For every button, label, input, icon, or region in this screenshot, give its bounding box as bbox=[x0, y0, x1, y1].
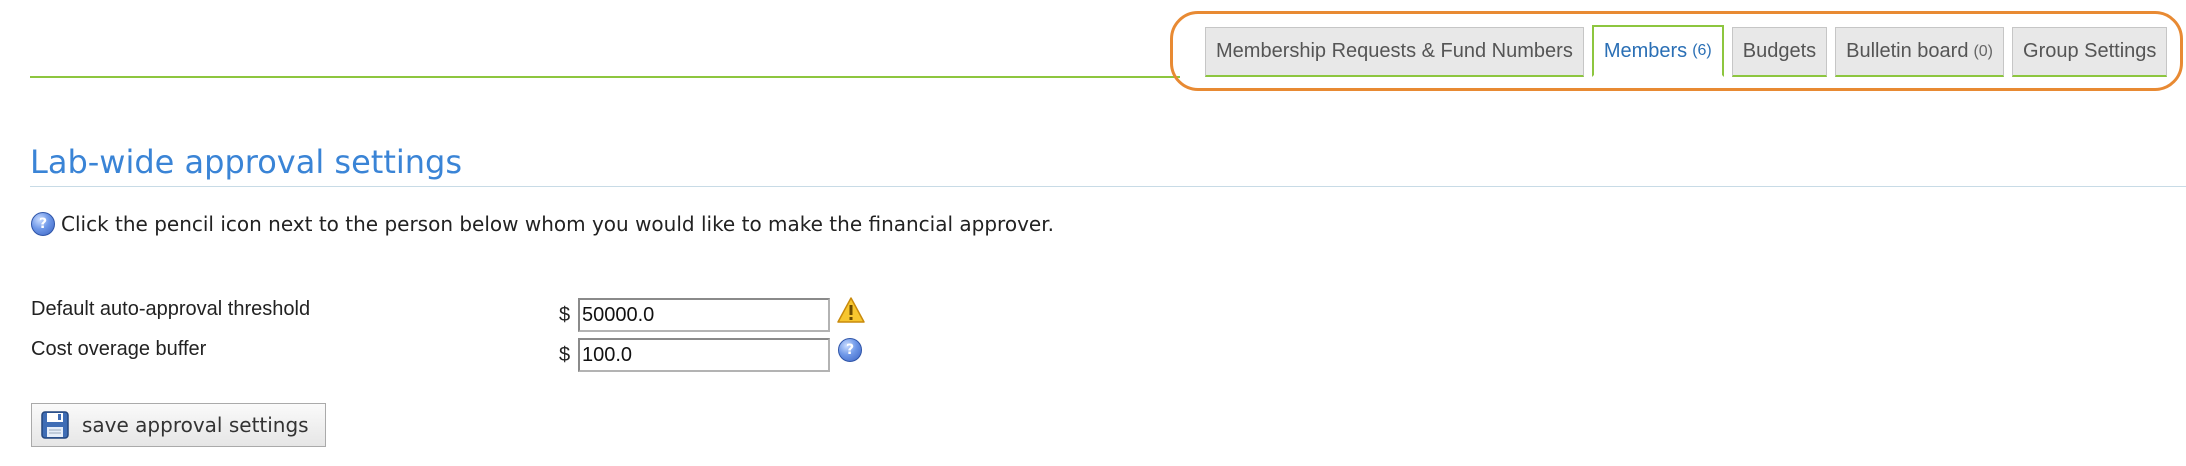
tab-label: Group Settings bbox=[2023, 40, 2157, 62]
auto-approval-label: Default auto-approval threshold bbox=[31, 298, 311, 320]
info-message: ? Click the pencil icon next to the pers… bbox=[31, 212, 1054, 236]
cost-overage-label: Cost overage buffer bbox=[31, 338, 207, 360]
save-approval-settings-button[interactable]: save approval settings bbox=[31, 403, 326, 447]
tab-members[interactable]: Members (6) bbox=[1591, 25, 1724, 77]
currency-symbol: $ bbox=[559, 344, 571, 366]
tab-label: Budgets bbox=[1742, 40, 1817, 62]
floppy-disk-icon bbox=[40, 410, 70, 440]
info-icon: ? bbox=[31, 212, 55, 236]
auto-approval-row: Default auto-approval threshold $ bbox=[31, 296, 1031, 336]
save-button-label: save approval settings bbox=[82, 413, 309, 437]
tab-bar: Membership Requests & Fund Numbers Membe… bbox=[1205, 25, 2168, 77]
section-title: Lab-wide approval settings bbox=[30, 143, 463, 181]
page: Membership Requests & Fund Numbers Membe… bbox=[0, 0, 2186, 466]
tab-count: (6) bbox=[1692, 42, 1712, 59]
auto-approval-threshold-input[interactable] bbox=[578, 298, 830, 332]
help-icon-wrapper[interactable]: ? bbox=[836, 336, 866, 366]
tab-count: (0) bbox=[1973, 42, 1994, 60]
info-text: Click the pencil icon next to the person… bbox=[61, 212, 1054, 236]
tab-membership-requests[interactable]: Membership Requests & Fund Numbers bbox=[1205, 27, 1584, 77]
tab-budgets[interactable]: Budgets bbox=[1731, 27, 1828, 77]
cost-overage-buffer-input[interactable] bbox=[578, 338, 830, 372]
tab-label: Membership Requests & Fund Numbers bbox=[1216, 40, 1573, 62]
tab-bar-underline bbox=[30, 76, 1180, 78]
tab-group-settings[interactable]: Group Settings bbox=[2012, 27, 2168, 77]
currency-symbol: $ bbox=[559, 304, 571, 326]
tab-label: Bulletin board bbox=[1846, 40, 1969, 62]
title-divider bbox=[30, 186, 2186, 187]
tab-bulletin-board[interactable]: Bulletin board (0) bbox=[1835, 27, 2005, 77]
cost-overage-row: Cost overage buffer $ ? bbox=[31, 336, 1031, 376]
warning-icon[interactable] bbox=[836, 296, 866, 326]
tab-label: Members bbox=[1603, 39, 1688, 62]
help-icon[interactable]: ? bbox=[838, 338, 862, 362]
